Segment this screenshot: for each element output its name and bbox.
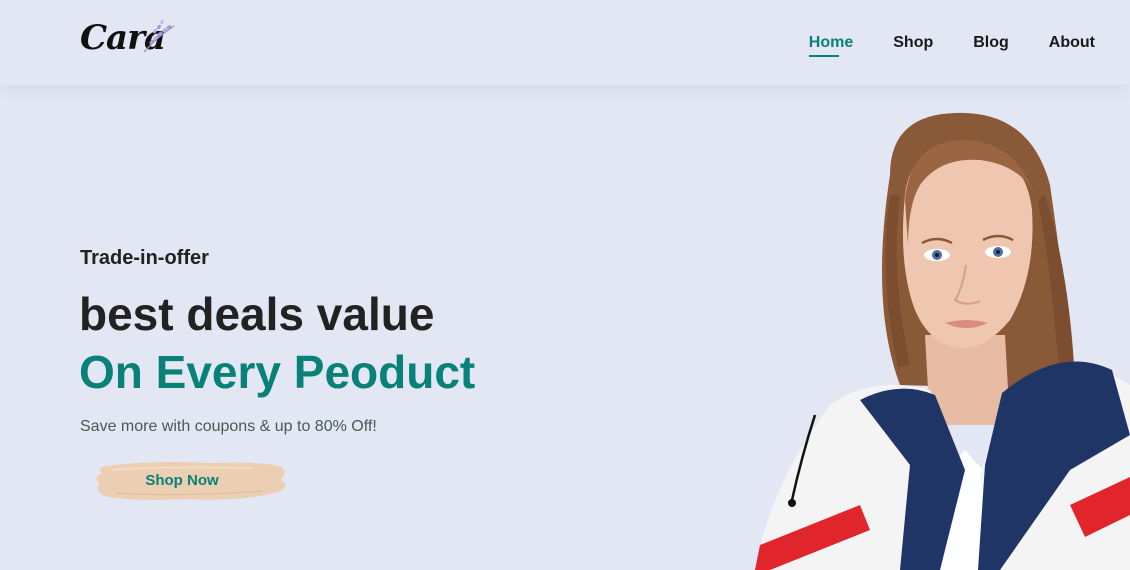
- hero-model-image: [755, 112, 1130, 570]
- nav-item-blog[interactable]: Blog: [973, 34, 1009, 52]
- main-nav: Home Shop Blog About: [769, 0, 1095, 85]
- nav-item-shop[interactable]: Shop: [893, 34, 933, 52]
- hero-title-highlight: On Every Peoduct: [79, 346, 476, 398]
- logo[interactable]: Cara: [80, 16, 180, 62]
- hero-description: Save more with coupons & up to 80% Off!: [80, 418, 377, 435]
- nav-item-home[interactable]: Home: [808, 34, 853, 57]
- hero-subtitle: Trade-in-offer: [80, 247, 209, 269]
- shop-now-label: Shop Now: [145, 472, 219, 489]
- hero-title: best deals value: [79, 288, 435, 340]
- lavender-sprig-icon: [143, 19, 175, 53]
- shop-now-button[interactable]: Shop Now: [92, 458, 292, 504]
- nav-item-about[interactable]: About: [1049, 34, 1095, 52]
- page: Cara Home Shop Blog About Trade-in-offer…: [0, 0, 1130, 570]
- site-header: Cara Home Shop Blog About: [0, 0, 1130, 85]
